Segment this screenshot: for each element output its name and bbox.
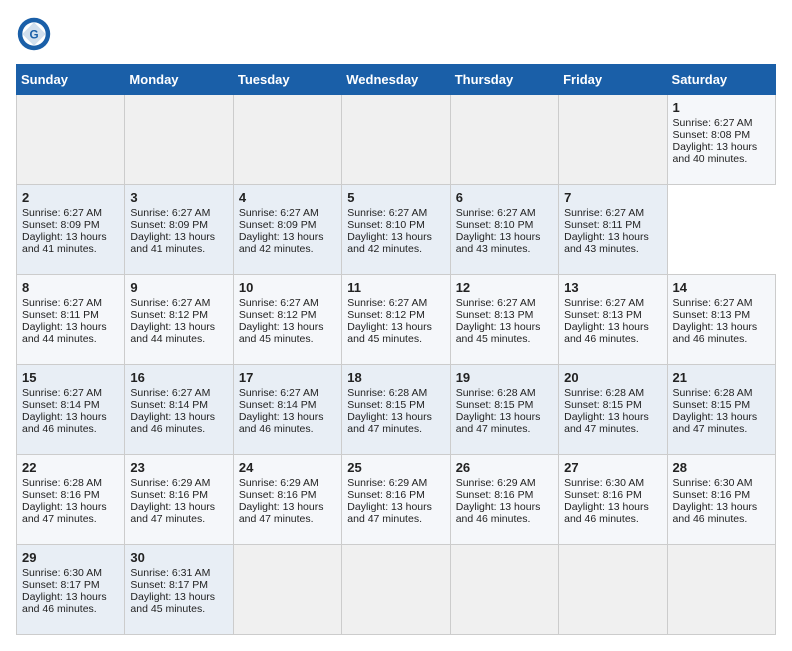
calendar-day: 30 Sunrise: 6:31 AMSunset: 8:17 PMDaylig… bbox=[125, 545, 233, 635]
calendar-header-row: SundayMondayTuesdayWednesdayThursdayFrid… bbox=[17, 65, 776, 95]
calendar-table: SundayMondayTuesdayWednesdayThursdayFrid… bbox=[16, 64, 776, 635]
page-header: G bbox=[16, 16, 776, 52]
day-number: 15 bbox=[22, 370, 119, 385]
calendar-day: 15 Sunrise: 6:27 AMSunset: 8:14 PMDaylig… bbox=[17, 365, 125, 455]
calendar-week-row: 15 Sunrise: 6:27 AMSunset: 8:14 PMDaylig… bbox=[17, 365, 776, 455]
day-number: 7 bbox=[564, 190, 661, 205]
empty-cell bbox=[559, 95, 667, 185]
day-number: 29 bbox=[22, 550, 119, 565]
svg-text:G: G bbox=[29, 29, 38, 42]
calendar-week-row: 1 Sunrise: 6:27 AMSunset: 8:08 PMDayligh… bbox=[17, 95, 776, 185]
calendar-day: 3 Sunrise: 6:27 AMSunset: 8:09 PMDayligh… bbox=[125, 185, 233, 275]
empty-cell bbox=[125, 95, 233, 185]
empty-cell bbox=[342, 545, 450, 635]
calendar-week-row: 8 Sunrise: 6:27 AMSunset: 8:11 PMDayligh… bbox=[17, 275, 776, 365]
day-number: 26 bbox=[456, 460, 553, 475]
calendar-day: 1 Sunrise: 6:27 AMSunset: 8:08 PMDayligh… bbox=[667, 95, 775, 185]
calendar-day: 21 Sunrise: 6:28 AMSunset: 8:15 PMDaylig… bbox=[667, 365, 775, 455]
day-number: 3 bbox=[130, 190, 227, 205]
calendar-day: 14 Sunrise: 6:27 AMSunset: 8:13 PMDaylig… bbox=[667, 275, 775, 365]
day-number: 25 bbox=[347, 460, 444, 475]
day-number: 5 bbox=[347, 190, 444, 205]
calendar-day: 2 Sunrise: 6:27 AMSunset: 8:09 PMDayligh… bbox=[17, 185, 125, 275]
day-number: 27 bbox=[564, 460, 661, 475]
day-number: 4 bbox=[239, 190, 336, 205]
day-number: 6 bbox=[456, 190, 553, 205]
weekday-header-wednesday: Wednesday bbox=[342, 65, 450, 95]
empty-cell bbox=[342, 95, 450, 185]
empty-cell bbox=[450, 545, 558, 635]
logo: G bbox=[16, 16, 56, 52]
calendar-day: 7 Sunrise: 6:27 AMSunset: 8:11 PMDayligh… bbox=[559, 185, 667, 275]
day-number: 28 bbox=[673, 460, 770, 475]
calendar-day: 26 Sunrise: 6:29 AMSunset: 8:16 PMDaylig… bbox=[450, 455, 558, 545]
day-number: 21 bbox=[673, 370, 770, 385]
day-number: 17 bbox=[239, 370, 336, 385]
empty-cell bbox=[559, 545, 667, 635]
calendar-day: 16 Sunrise: 6:27 AMSunset: 8:14 PMDaylig… bbox=[125, 365, 233, 455]
weekday-header-sunday: Sunday bbox=[17, 65, 125, 95]
calendar-day: 24 Sunrise: 6:29 AMSunset: 8:16 PMDaylig… bbox=[233, 455, 341, 545]
calendar-day: 17 Sunrise: 6:27 AMSunset: 8:14 PMDaylig… bbox=[233, 365, 341, 455]
calendar-day: 5 Sunrise: 6:27 AMSunset: 8:10 PMDayligh… bbox=[342, 185, 450, 275]
day-number: 23 bbox=[130, 460, 227, 475]
calendar-day: 13 Sunrise: 6:27 AMSunset: 8:13 PMDaylig… bbox=[559, 275, 667, 365]
calendar-day: 28 Sunrise: 6:30 AMSunset: 8:16 PMDaylig… bbox=[667, 455, 775, 545]
calendar-day: 23 Sunrise: 6:29 AMSunset: 8:16 PMDaylig… bbox=[125, 455, 233, 545]
calendar-day: 11 Sunrise: 6:27 AMSunset: 8:12 PMDaylig… bbox=[342, 275, 450, 365]
day-number: 19 bbox=[456, 370, 553, 385]
day-number: 14 bbox=[673, 280, 770, 295]
day-number: 12 bbox=[456, 280, 553, 295]
day-number: 8 bbox=[22, 280, 119, 295]
calendar-day: 6 Sunrise: 6:27 AMSunset: 8:10 PMDayligh… bbox=[450, 185, 558, 275]
logo-icon: G bbox=[16, 16, 52, 52]
empty-cell bbox=[233, 95, 341, 185]
day-number: 16 bbox=[130, 370, 227, 385]
calendar-day: 4 Sunrise: 6:27 AMSunset: 8:09 PMDayligh… bbox=[233, 185, 341, 275]
empty-cell bbox=[17, 95, 125, 185]
calendar-week-row: 2 Sunrise: 6:27 AMSunset: 8:09 PMDayligh… bbox=[17, 185, 776, 275]
empty-cell bbox=[450, 95, 558, 185]
day-number: 1 bbox=[673, 100, 770, 115]
calendar-day: 27 Sunrise: 6:30 AMSunset: 8:16 PMDaylig… bbox=[559, 455, 667, 545]
weekday-header-friday: Friday bbox=[559, 65, 667, 95]
day-number: 13 bbox=[564, 280, 661, 295]
calendar-day: 29 Sunrise: 6:30 AMSunset: 8:17 PMDaylig… bbox=[17, 545, 125, 635]
calendar-day: 25 Sunrise: 6:29 AMSunset: 8:16 PMDaylig… bbox=[342, 455, 450, 545]
empty-cell bbox=[667, 545, 775, 635]
weekday-header-saturday: Saturday bbox=[667, 65, 775, 95]
calendar-day: 9 Sunrise: 6:27 AMSunset: 8:12 PMDayligh… bbox=[125, 275, 233, 365]
day-number: 30 bbox=[130, 550, 227, 565]
day-number: 24 bbox=[239, 460, 336, 475]
calendar-week-row: 29 Sunrise: 6:30 AMSunset: 8:17 PMDaylig… bbox=[17, 545, 776, 635]
calendar-day: 19 Sunrise: 6:28 AMSunset: 8:15 PMDaylig… bbox=[450, 365, 558, 455]
weekday-header-tuesday: Tuesday bbox=[233, 65, 341, 95]
calendar-day: 10 Sunrise: 6:27 AMSunset: 8:12 PMDaylig… bbox=[233, 275, 341, 365]
day-number: 9 bbox=[130, 280, 227, 295]
calendar-day: 20 Sunrise: 6:28 AMSunset: 8:15 PMDaylig… bbox=[559, 365, 667, 455]
day-number: 20 bbox=[564, 370, 661, 385]
calendar-day: 22 Sunrise: 6:28 AMSunset: 8:16 PMDaylig… bbox=[17, 455, 125, 545]
calendar-day: 18 Sunrise: 6:28 AMSunset: 8:15 PMDaylig… bbox=[342, 365, 450, 455]
day-number: 11 bbox=[347, 280, 444, 295]
calendar-week-row: 22 Sunrise: 6:28 AMSunset: 8:16 PMDaylig… bbox=[17, 455, 776, 545]
day-number: 22 bbox=[22, 460, 119, 475]
calendar-day: 8 Sunrise: 6:27 AMSunset: 8:11 PMDayligh… bbox=[17, 275, 125, 365]
weekday-header-monday: Monday bbox=[125, 65, 233, 95]
empty-cell bbox=[233, 545, 341, 635]
calendar-day: 12 Sunrise: 6:27 AMSunset: 8:13 PMDaylig… bbox=[450, 275, 558, 365]
day-number: 18 bbox=[347, 370, 444, 385]
day-number: 10 bbox=[239, 280, 336, 295]
day-number: 2 bbox=[22, 190, 119, 205]
weekday-header-thursday: Thursday bbox=[450, 65, 558, 95]
